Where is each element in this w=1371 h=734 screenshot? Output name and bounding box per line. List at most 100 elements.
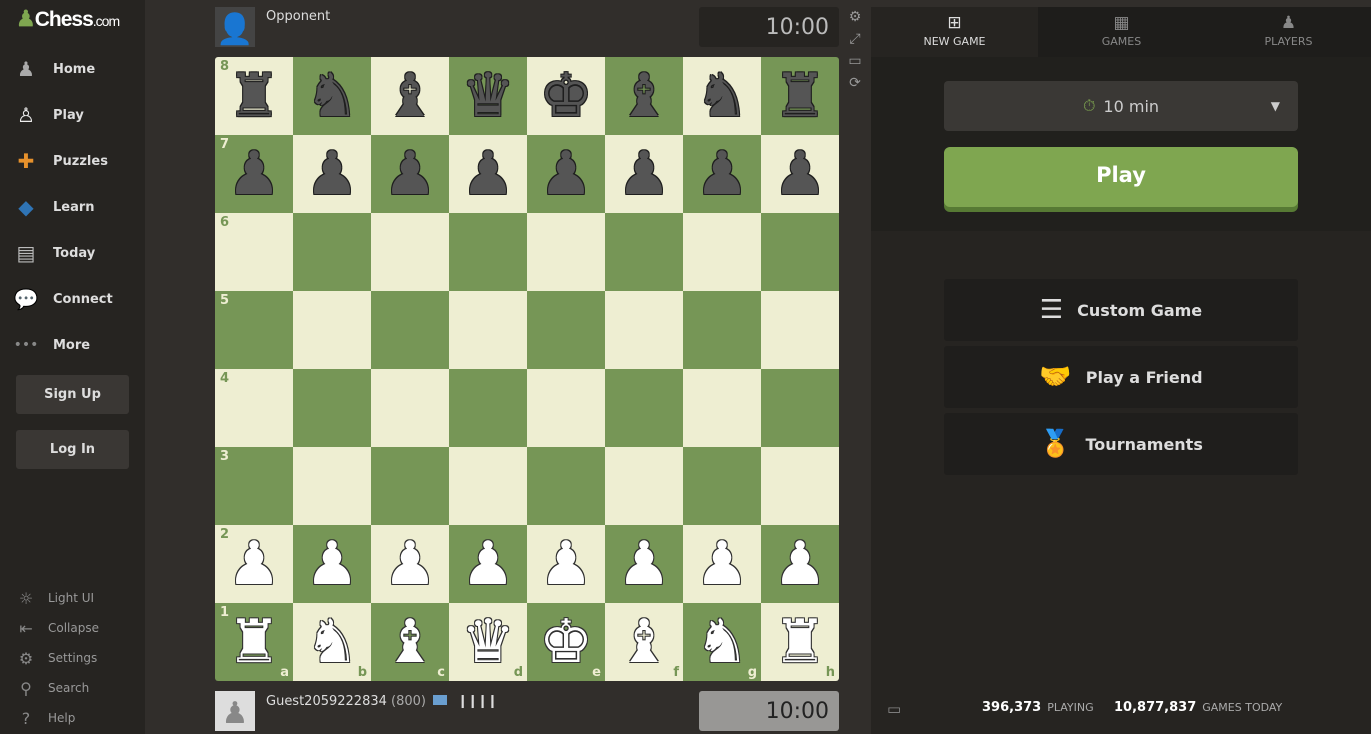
black-bishop[interactable]: ♝ — [383, 66, 437, 126]
square-a4[interactable]: 4 — [215, 369, 293, 447]
black-pawn[interactable]: ♟ — [617, 144, 671, 204]
square-d1[interactable]: d ♛ — [449, 603, 527, 681]
square-d3[interactable] — [449, 447, 527, 525]
square-h8[interactable]: ♜ — [761, 57, 839, 135]
black-pawn[interactable]: ♟ — [461, 144, 515, 204]
white-pawn[interactable]: ♟ — [539, 534, 593, 594]
square-h5[interactable] — [761, 291, 839, 369]
sidebar-item-play[interactable]: ♙ Play — [0, 97, 145, 133]
chess-com-logo[interactable]: ♟Chess.com — [16, 6, 120, 32]
square-f4[interactable] — [605, 369, 683, 447]
square-e7[interactable]: ♟ — [527, 135, 605, 213]
square-a2[interactable]: 2 ♟ — [215, 525, 293, 603]
black-queen[interactable]: ♛ — [461, 66, 515, 126]
chat-icon[interactable]: ▭ — [887, 700, 901, 718]
sidebar-footer-settings[interactable]: ⚙ Settings — [16, 648, 97, 668]
black-pawn[interactable]: ♟ — [305, 144, 359, 204]
sidebar-footer-search[interactable]: ⚲ Search — [16, 678, 89, 698]
sidebar-item-more[interactable]: ••• More — [0, 327, 145, 363]
square-e3[interactable] — [527, 447, 605, 525]
square-b2[interactable]: ♟ — [293, 525, 371, 603]
sidebar-item-home[interactable]: ♟ Home — [0, 51, 145, 87]
square-d7[interactable]: ♟ — [449, 135, 527, 213]
white-queen[interactable]: ♛ — [461, 612, 515, 672]
square-c1[interactable]: c ♝ — [371, 603, 449, 681]
white-pawn[interactable]: ♟ — [305, 534, 359, 594]
play-a-friend-button[interactable]: 🤝 Play a Friend — [944, 346, 1298, 408]
square-e1[interactable]: e ♚ — [527, 603, 605, 681]
white-pawn[interactable]: ♟ — [383, 534, 437, 594]
square-c4[interactable] — [371, 369, 449, 447]
square-a1[interactable]: 1 a ♜ — [215, 603, 293, 681]
black-pawn[interactable]: ♟ — [773, 144, 827, 204]
sign-up-button[interactable]: Sign Up — [16, 375, 129, 414]
black-bishop[interactable]: ♝ — [617, 66, 671, 126]
square-c8[interactable]: ♝ — [371, 57, 449, 135]
square-e2[interactable]: ♟ — [527, 525, 605, 603]
square-g6[interactable] — [683, 213, 761, 291]
white-king[interactable]: ♚ — [539, 612, 593, 672]
square-h1[interactable]: h ♜ — [761, 603, 839, 681]
square-b5[interactable] — [293, 291, 371, 369]
player-name[interactable]: Guest2059222834 — [266, 694, 387, 709]
white-knight[interactable]: ♞ — [695, 612, 749, 672]
square-e8[interactable]: ♚ — [527, 57, 605, 135]
chess-board[interactable]: 8 ♜ ♞ ♝ ♛ ♚ ♝ ♞ ♜ 7 ♟ ♟ ♟ ♟ ♟ ♟ ♟ ♟ 6 5 4 3 2 ♟ ♟ ♟ ♟ ♟ ♟ ♟ ♟ 1 a ♜ b ♞ c ♝ d ♛… — [215, 57, 839, 681]
tournaments-button[interactable]: 🏅 Tournaments — [944, 413, 1298, 475]
square-f2[interactable]: ♟ — [605, 525, 683, 603]
white-bishop[interactable]: ♝ — [383, 612, 437, 672]
square-e6[interactable] — [527, 213, 605, 291]
square-g8[interactable]: ♞ — [683, 57, 761, 135]
square-c6[interactable] — [371, 213, 449, 291]
square-e5[interactable] — [527, 291, 605, 369]
sidebar-footer-light-ui[interactable]: ☼ Light UI — [16, 588, 94, 608]
black-king[interactable]: ♚ — [539, 66, 593, 126]
white-pawn[interactable]: ♟ — [461, 534, 515, 594]
square-b6[interactable] — [293, 213, 371, 291]
square-c5[interactable] — [371, 291, 449, 369]
sidebar-item-puzzles[interactable]: ✚ Puzzles — [0, 143, 145, 179]
white-rook[interactable]: ♜ — [773, 612, 827, 672]
square-d6[interactable] — [449, 213, 527, 291]
square-g4[interactable] — [683, 369, 761, 447]
black-rook[interactable]: ♜ — [773, 66, 827, 126]
square-g2[interactable]: ♟ — [683, 525, 761, 603]
square-h6[interactable] — [761, 213, 839, 291]
square-h3[interactable] — [761, 447, 839, 525]
settings-icon[interactable]: ⚙ — [847, 9, 863, 25]
sidebar-item-connect[interactable]: 💬 Connect — [0, 281, 145, 317]
square-g1[interactable]: g ♞ — [683, 603, 761, 681]
square-a8[interactable]: 8 ♜ — [215, 57, 293, 135]
tab-games[interactable]: ▦ GAMES — [1038, 7, 1205, 57]
square-f5[interactable] — [605, 291, 683, 369]
square-b7[interactable]: ♟ — [293, 135, 371, 213]
square-f8[interactable]: ♝ — [605, 57, 683, 135]
theater-mode-icon[interactable]: ▭ — [847, 53, 863, 69]
white-knight[interactable]: ♞ — [305, 612, 359, 672]
tab-new-game[interactable]: ⊞ NEW GAME — [871, 7, 1038, 57]
square-a5[interactable]: 5 — [215, 291, 293, 369]
sidebar-footer-help[interactable]: ? Help — [16, 708, 76, 728]
black-knight[interactable]: ♞ — [695, 66, 749, 126]
sidebar-footer-collapse[interactable]: ⇤ Collapse — [16, 618, 99, 638]
square-f1[interactable]: f ♝ — [605, 603, 683, 681]
black-knight[interactable]: ♞ — [305, 66, 359, 126]
white-pawn[interactable]: ♟ — [617, 534, 671, 594]
square-a6[interactable]: 6 — [215, 213, 293, 291]
square-f3[interactable] — [605, 447, 683, 525]
tab-players[interactable]: ♟ PLAYERS — [1205, 7, 1371, 57]
square-d8[interactable]: ♛ — [449, 57, 527, 135]
square-b8[interactable]: ♞ — [293, 57, 371, 135]
white-rook[interactable]: ♜ — [227, 612, 281, 672]
sidebar-item-learn[interactable]: ◆ Learn — [0, 189, 145, 225]
square-g5[interactable] — [683, 291, 761, 369]
square-d5[interactable] — [449, 291, 527, 369]
sidebar-item-today[interactable]: ▤ Today — [0, 235, 145, 271]
square-c2[interactable]: ♟ — [371, 525, 449, 603]
square-d4[interactable] — [449, 369, 527, 447]
square-b3[interactable] — [293, 447, 371, 525]
square-h7[interactable]: ♟ — [761, 135, 839, 213]
square-d2[interactable]: ♟ — [449, 525, 527, 603]
square-f7[interactable]: ♟ — [605, 135, 683, 213]
square-c3[interactable] — [371, 447, 449, 525]
